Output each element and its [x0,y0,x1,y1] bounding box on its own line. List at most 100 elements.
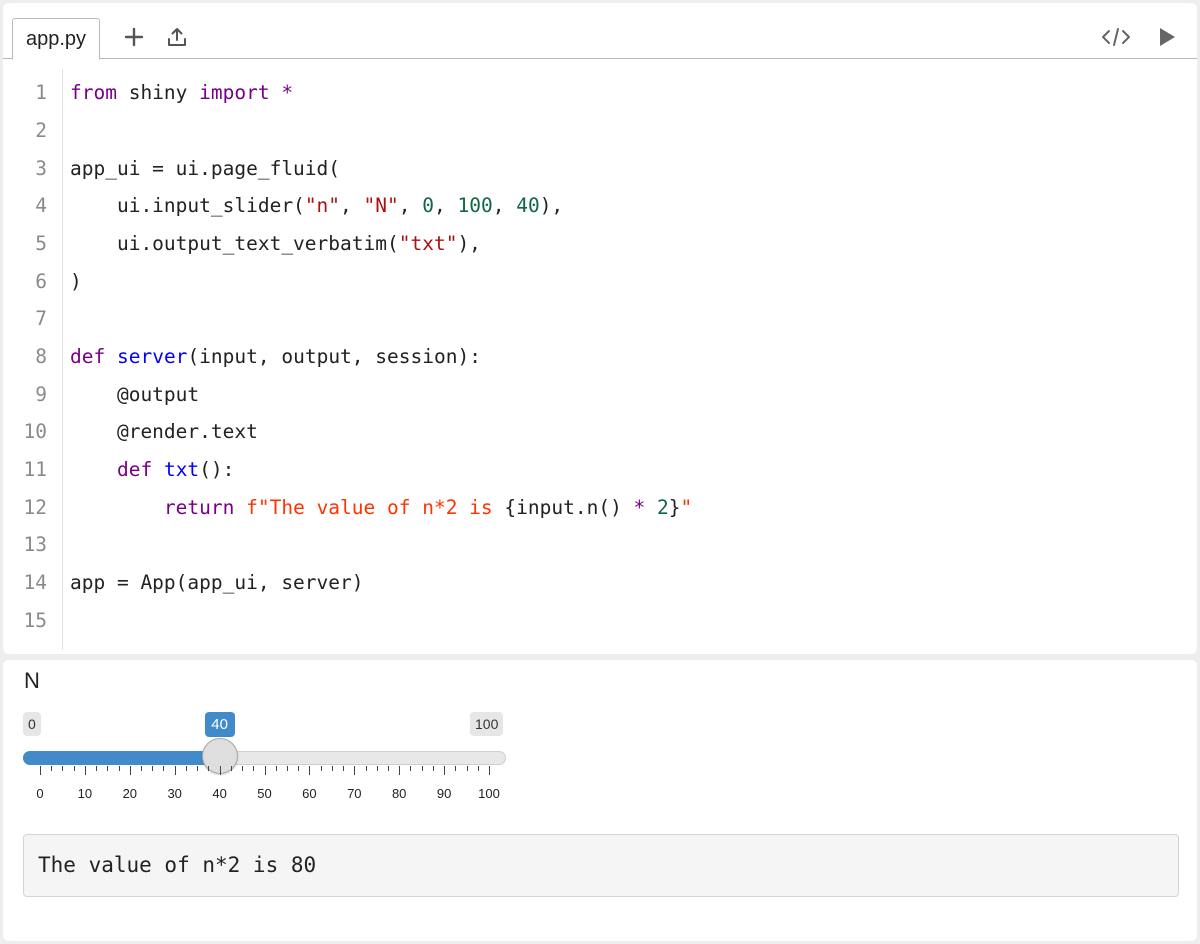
slider-tick [253,766,254,771]
code-line-2: 2 [3,119,1197,157]
code-text: @render.text [70,420,258,443]
line-number: 11 [23,458,47,481]
line-number: 2 [35,119,47,142]
code-text: app_ui = ui.page_fluid( [70,157,341,180]
line-number: 15 [23,609,47,632]
line-number: 3 [35,157,47,180]
slider-tick [242,766,243,771]
line-number: 7 [35,307,47,330]
line-number: 10 [23,420,47,443]
code-token: * [281,81,294,104]
code-token: {input.n() [504,496,634,519]
code-token: , [340,194,364,217]
slider-tick [377,766,378,771]
slider-tick-label: 60 [302,786,317,801]
code-line-3: 3 app_ui = ui.page_fluid( [3,157,1197,195]
line-number: 12 [23,496,47,519]
code-token: 0 [422,194,434,217]
line-number: 4 [35,194,47,217]
code-token: from [70,81,117,104]
code-line-1: 1 from shiny import * [3,81,1197,119]
line-number: 1 [35,81,47,104]
slider-tick [96,766,97,771]
slider-tick [40,766,41,775]
play-icon[interactable] [1153,23,1181,51]
slider-min-label: 0 [23,712,41,736]
editor-panel: app.py 1 from shiny import * 2 3 app_ui … [3,3,1197,654]
upload-icon[interactable] [163,23,191,51]
tab-app-py[interactable]: app.py [12,18,100,60]
slider-tick [152,766,153,771]
slider-tick [175,766,176,775]
code-token: shiny [116,81,200,104]
code-editor[interactable]: 1 from shiny import * 2 3 app_ui = ui.pa… [3,60,1197,650]
slider-tick [489,766,490,775]
slider-tick [478,766,479,771]
slider-tick [186,766,187,771]
code-line-4: 4 ui.input_slider("n", "N", 0, 100, 40), [3,194,1197,232]
slider-tick [467,766,468,771]
slider-tick [444,766,445,775]
slider-tick-label: 10 [77,786,93,801]
line-number: 14 [23,571,47,594]
code-token: def [116,458,153,481]
code-token: 2 [657,496,669,519]
slider-tick [298,766,299,771]
tab-label: app.py [25,27,87,50]
slider-tick-label: 50 [257,786,272,801]
code-line-7: 7 [3,307,1197,345]
code-token: ), [539,194,564,217]
code-token: "txt" [398,232,458,255]
slider-tick [74,766,75,771]
slider-tick [208,766,209,771]
slider-tick [231,766,232,771]
slider-tick [119,766,120,771]
slider-label: N [24,668,40,693]
slider-tick [321,766,322,771]
code-line-8: 8 def server(input, output, session): [3,345,1197,383]
code-token: return [163,496,235,519]
code-text: ) [70,270,82,293]
slider-tick-label: 30 [167,786,182,801]
code-token: txt [163,458,200,481]
code-token: def [70,345,106,368]
code-line-11: 11 def txt(): [3,458,1197,496]
slider-tick-label: 20 [122,786,138,801]
slider-tick-label: 90 [436,786,452,801]
code-token: 40 [516,194,540,217]
code-line-5: 5 ui.output_text_verbatim("txt"), [3,232,1197,270]
slider-tick-label: 0 [36,786,44,801]
code-token: ui.output_text_verbatim( [70,232,399,255]
code-token: import [199,81,270,104]
slider-tick [51,766,52,771]
plus-icon[interactable] [120,23,148,51]
code-token: server [116,345,188,368]
slider-tick [107,766,108,771]
slider-value-label: 40 [204,712,235,737]
code-icon[interactable] [1099,23,1133,51]
line-number: 13 [23,533,47,556]
code-token: , [434,194,458,217]
code-token: "N" [363,194,399,217]
slider-tick [130,766,131,775]
code-token: (input, output, session): [187,345,481,368]
slider-tick [276,766,277,771]
slider-tick [220,766,221,775]
slider-tick [332,766,333,771]
slider-tick [399,766,400,775]
slider-tick [287,766,288,771]
code-token: "n" [304,194,341,217]
slider-tick [163,766,164,771]
slider-tick [62,766,63,771]
code-token: ui.input_slider( [70,194,305,217]
code-line-10: 10 @render.text [3,420,1197,458]
line-number: 9 [35,383,47,406]
slider-tick-label: 100 [478,786,500,801]
slider-tick-label: 40 [212,786,227,801]
